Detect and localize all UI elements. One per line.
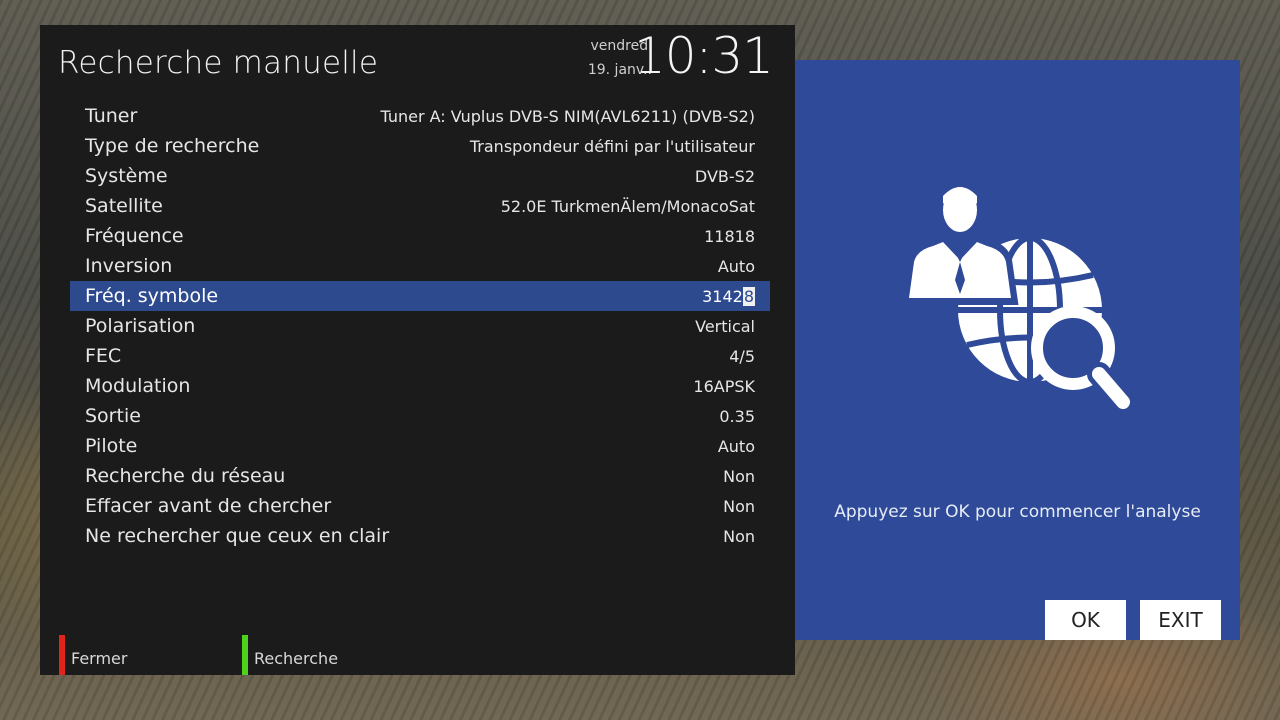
setting-value: 0.35 (719, 406, 755, 426)
setting-label: Fréq. symbole (85, 285, 219, 307)
setting-row-fec[interactable]: FEC 4/5 (70, 341, 770, 371)
setting-label: Sortie (85, 405, 141, 427)
setting-label: Fréquence (85, 225, 184, 247)
ok-button[interactable]: OK (1045, 600, 1126, 640)
setting-value: Auto (717, 256, 755, 276)
setting-row-system[interactable]: Système DVB-S2 (70, 161, 770, 191)
setting-value: DVB-S2 (694, 166, 755, 186)
setting-value: Non (723, 496, 755, 516)
clock: 10:31 (633, 27, 774, 85)
setting-label: Effacer avant de chercher (85, 495, 332, 517)
setting-row-clear-before-scan[interactable]: Effacer avant de chercher Non (70, 491, 770, 521)
setting-row-satellite[interactable]: Satellite 52.0E TurkmenÄlem/MonacoSat (70, 191, 770, 221)
setting-label: Modulation (85, 375, 191, 397)
setting-value: Tuner A: Vuplus DVB-S NIM(AVL6211) (DVB-… (380, 106, 755, 126)
text-cursor: 8 (742, 286, 755, 306)
setting-row-scan-type[interactable]: Type de recherche Transpondeur défini pa… (70, 131, 770, 161)
setting-row-rolloff[interactable]: Sortie 0.35 (70, 401, 770, 431)
setting-label: Recherche du réseau (85, 465, 286, 487)
setting-label: Type de recherche (85, 135, 260, 157)
magnifier-icon (1031, 306, 1135, 414)
red-key-label: Fermer (71, 648, 128, 668)
green-key-bar (242, 635, 248, 675)
setting-row-polarisation[interactable]: Polarisation Vertical (70, 311, 770, 341)
setting-value: Non (723, 526, 755, 546)
symbol-rate-digits: 3142 (702, 286, 743, 306)
green-key-search[interactable]: Recherche (242, 635, 338, 675)
symbol-rate-input[interactable]: 31428 (702, 286, 755, 306)
setting-value: 11818 (704, 226, 755, 246)
person-icon (905, 185, 1019, 305)
setting-value: 4/5 (729, 346, 755, 366)
setting-row-frequency[interactable]: Fréquence 11818 (70, 221, 770, 251)
setting-label: Tuner (85, 105, 138, 127)
setting-row-network-search[interactable]: Recherche du réseau Non (70, 461, 770, 491)
setting-row-fta-only[interactable]: Ne rechercher que ceux en clair Non (70, 521, 770, 551)
setting-row-symbol-rate[interactable]: Fréq. symbole 31428 (70, 281, 770, 311)
settings-list: Tuner Tuner A: Vuplus DVB-S NIM(AVL6211)… (70, 101, 770, 551)
red-key-close[interactable]: Fermer (59, 635, 127, 675)
setting-value: Non (723, 466, 755, 486)
setting-label: Inversion (85, 255, 173, 277)
setting-label: FEC (85, 345, 122, 367)
setting-label: Pilote (85, 435, 138, 457)
side-info-panel: Appuyez sur OK pour commencer l'analyse … (795, 60, 1240, 640)
setting-value: Transpondeur défini par l'utilisateur (469, 136, 755, 156)
exit-button[interactable]: EXIT (1140, 600, 1221, 640)
setting-label: Système (85, 165, 168, 187)
setting-label: Ne rechercher que ceux en clair (85, 525, 390, 547)
red-key-bar (59, 635, 65, 675)
setting-label: Satellite (85, 195, 163, 217)
manual-scan-panel: Recherche manuelle vendredi 19. janv.. 1… (40, 25, 795, 675)
setting-value: 16APSK (693, 376, 755, 396)
setting-value: Vertical (695, 316, 755, 336)
page-title: Recherche manuelle (58, 45, 379, 81)
setting-row-pilot[interactable]: Pilote Auto (70, 431, 770, 461)
setting-row-inversion[interactable]: Inversion Auto (70, 251, 770, 281)
setting-row-tuner[interactable]: Tuner Tuner A: Vuplus DVB-S NIM(AVL6211)… (70, 101, 770, 131)
user-globe-search-icon (905, 185, 1135, 414)
setting-label: Polarisation (85, 315, 196, 337)
green-key-label: Recherche (254, 648, 339, 668)
setting-row-modulation[interactable]: Modulation 16APSK (70, 371, 770, 401)
scan-hint-text: Appuyez sur OK pour commencer l'analyse (834, 502, 1201, 522)
setting-value: Auto (717, 436, 755, 456)
setting-value: 52.0E TurkmenÄlem/MonacoSat (500, 196, 755, 216)
